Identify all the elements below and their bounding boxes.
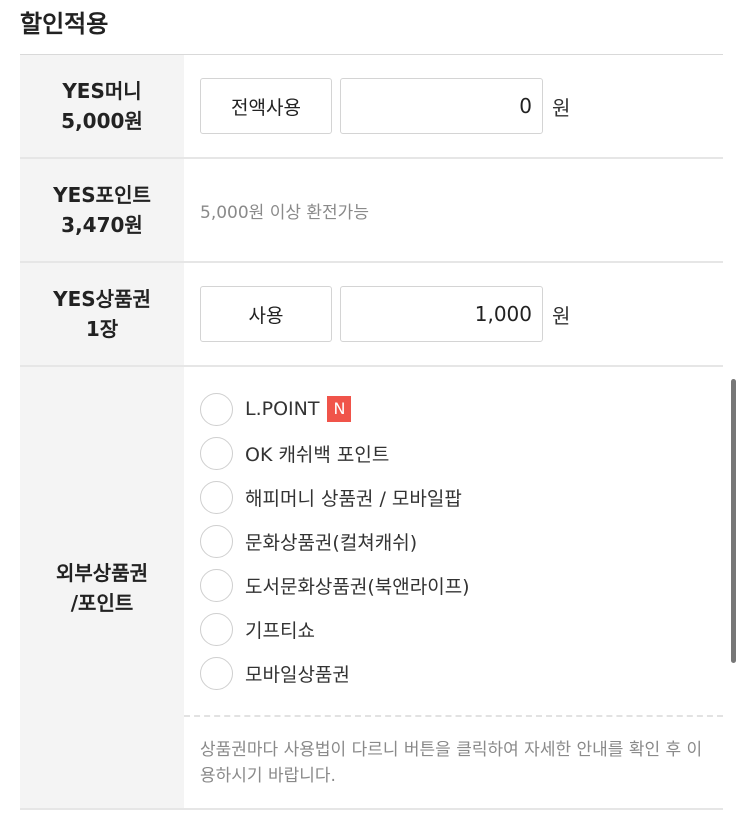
voucher-option-label: 기프티쇼 [245, 619, 315, 642]
radio-button[interactable] [200, 392, 233, 426]
external-voucher-label: 외부상품권 /포인트 [20, 367, 184, 808]
yes-money-label: YES머니 5,000원 [20, 55, 184, 157]
yes-point-title: YES포인트 [53, 183, 151, 207]
voucher-option-book-culture[interactable]: 도서문화상품권(북앤라이프) [200, 563, 723, 607]
voucher-option-happymoney[interactable]: 해피머니 상품권 / 모바일팝 [200, 475, 723, 519]
voucher-option-okcashbag[interactable]: OK 캐쉬백 포인트 [200, 431, 723, 475]
discount-table: YES머니 5,000원 전액사용 원 YES포인트 3,470원 5,000원… [20, 54, 736, 810]
yes-money-amount-input[interactable] [340, 78, 543, 134]
voucher-option-label: OK 캐쉬백 포인트 [245, 443, 390, 466]
radio-button[interactable] [200, 436, 233, 470]
yes-point-balance: 3,470원 [61, 213, 143, 237]
yes-gift-unit: 원 [552, 303, 571, 328]
radio-button[interactable] [200, 480, 233, 514]
radio-button[interactable] [200, 524, 233, 558]
voucher-radio-list: L.POINT N OK 캐쉬백 포인트 해피머니 상품권 / 모바일팝 문화상… [184, 367, 723, 695]
use-gift-button[interactable]: 사용 [200, 286, 332, 342]
yes-gift-row: YES상품권 1장 사용 원 [20, 263, 723, 367]
voucher-notice: 상품권마다 사용법이 다르니 버튼을 클릭하여 자세한 안내를 확인 후 이용하… [200, 740, 703, 786]
yes-money-row: YES머니 5,000원 전액사용 원 [20, 55, 723, 159]
voucher-option-lpoint[interactable]: L.POINT N [200, 387, 723, 431]
yes-gift-content: 사용 원 [184, 263, 723, 365]
voucher-option-label: 문화상품권(컬쳐캐쉬) [245, 531, 418, 554]
radio-button[interactable] [200, 612, 233, 646]
voucher-option-label: 도서문화상품권(북앤라이프) [245, 575, 470, 598]
yes-money-balance: 5,000원 [61, 109, 143, 133]
use-all-money-button[interactable]: 전액사용 [200, 78, 332, 134]
yes-gift-count: 1장 [85, 317, 119, 341]
yes-point-row: YES포인트 3,470원 5,000원 이상 환전가능 [20, 159, 723, 263]
yes-point-content: 5,000원 이상 환전가능 [184, 159, 723, 261]
voucher-option-mobile-gift[interactable]: 모바일상품권 [200, 651, 723, 695]
yes-money-unit: 원 [552, 95, 571, 120]
new-badge: N [327, 396, 352, 422]
external-voucher-content: L.POINT N OK 캐쉬백 포인트 해피머니 상품권 / 모바일팝 문화상… [184, 367, 736, 808]
voucher-option-culture[interactable]: 문화상품권(컬쳐캐쉬) [200, 519, 723, 563]
section-title: 할인적용 [20, 10, 109, 38]
radio-button[interactable] [200, 568, 233, 602]
voucher-option-label: 모바일상품권 [245, 663, 350, 686]
voucher-option-label: 해피머니 상품권 / 모바일팝 [245, 487, 462, 510]
vertical-scrollbar[interactable] [731, 379, 736, 663]
voucher-option-giftishow[interactable]: 기프티쇼 [200, 607, 723, 651]
yes-point-label: YES포인트 3,470원 [20, 159, 184, 261]
yes-money-title: YES머니 [62, 79, 142, 103]
yes-gift-title: YES상품권 [53, 287, 151, 311]
external-voucher-row: 외부상품권 /포인트 L.POINT N OK 캐쉬백 포인트 해피머니 상품권… [20, 367, 736, 810]
voucher-option-label: L.POINT [245, 398, 320, 420]
yes-money-content: 전액사용 원 [184, 55, 723, 157]
external-voucher-title: 외부상품권 [56, 560, 148, 585]
yes-gift-label: YES상품권 1장 [20, 263, 184, 365]
yes-gift-amount-input[interactable] [340, 286, 543, 342]
radio-button[interactable] [200, 656, 233, 690]
yes-point-note: 5,000원 이상 환전가능 [200, 202, 369, 223]
external-voucher-subtitle: /포인트 [70, 590, 134, 615]
